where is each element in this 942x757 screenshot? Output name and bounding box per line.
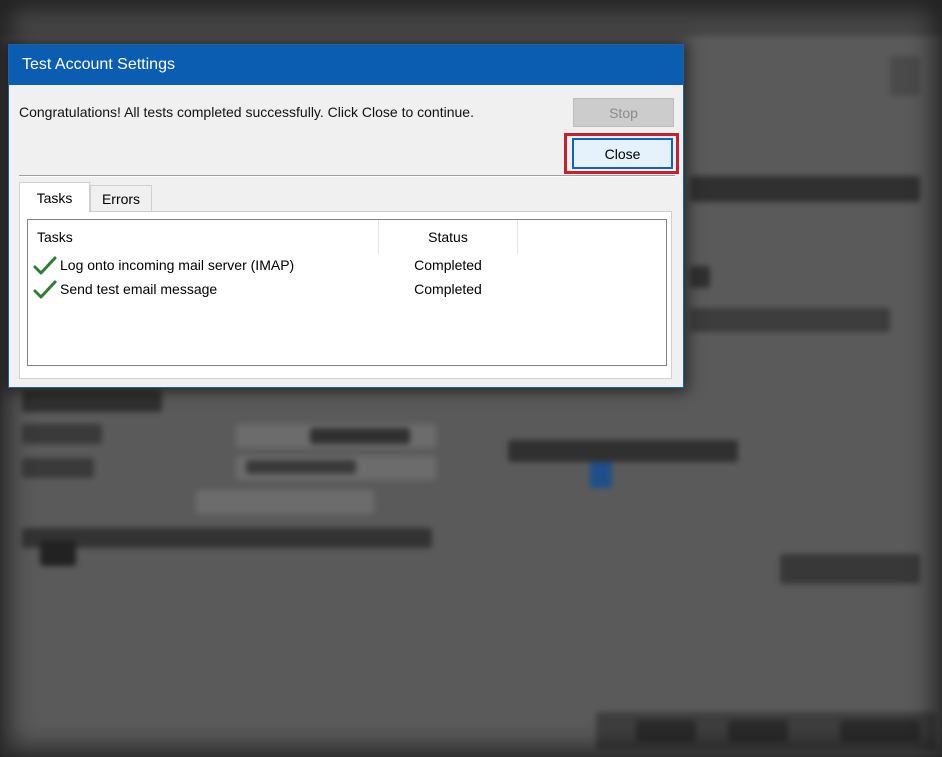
check-icon [33,256,57,275]
column-header-tasks[interactable]: Tasks [37,220,377,254]
close-button[interactable]: Close [572,138,673,169]
test-account-settings-dialog: Test Account Settings Congratulations! A… [8,44,684,388]
table-row[interactable]: Send test email message Completed [28,278,666,302]
task-name: Send test email message [60,281,218,297]
tab-tasks[interactable]: Tasks [19,182,90,212]
tasks-list-view[interactable]: Tasks Status Log onto incoming mail serv… [27,219,667,366]
tab-errors[interactable]: Errors [90,185,152,212]
dialog-title: Test Account Settings [22,56,175,73]
task-name: Log onto incoming mail server (IMAP) [60,257,295,273]
table-row[interactable]: Log onto incoming mail server (IMAP) Com… [28,254,666,278]
stop-button[interactable]: Stop [573,98,674,127]
task-status: Completed [414,281,482,297]
success-message: Congratulations! All tests completed suc… [19,104,474,120]
check-icon [33,280,57,299]
list-header: Tasks Status [28,220,666,254]
task-status: Completed [414,257,482,273]
dialog-title-bar[interactable]: Test Account Settings [9,45,683,85]
column-header-status[interactable]: Status [378,220,518,254]
divider [19,175,675,177]
tasks-tab-panel: Tasks Status Log onto incoming mail serv… [19,211,672,379]
